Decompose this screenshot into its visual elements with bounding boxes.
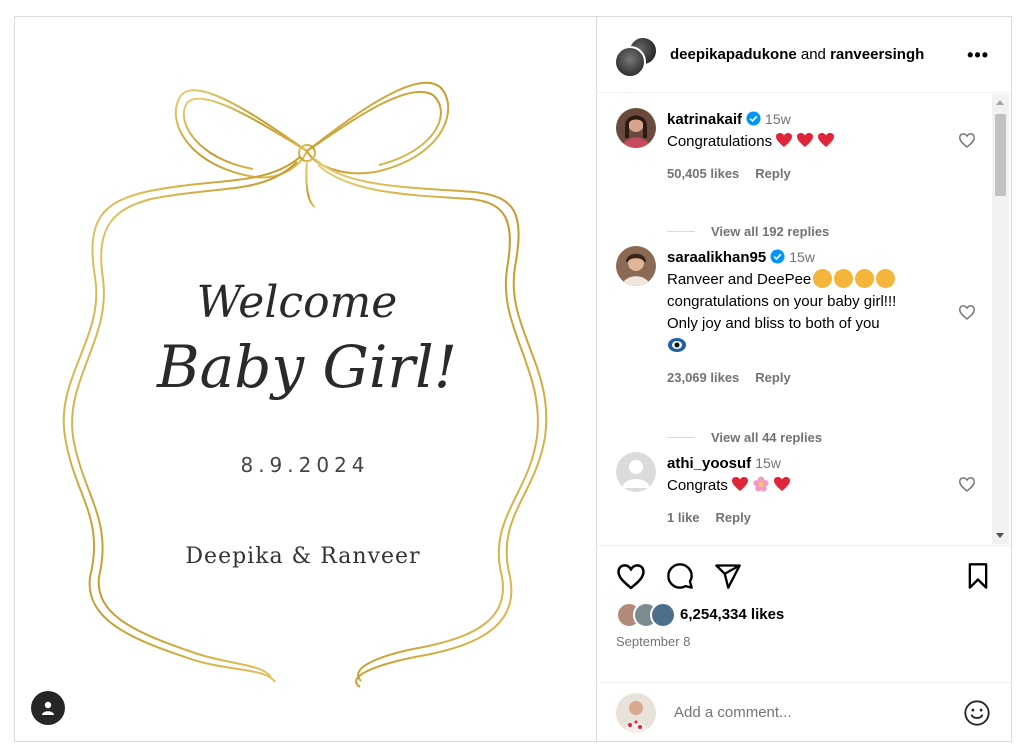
- reply-button[interactable]: Reply: [755, 166, 790, 181]
- comment-time[interactable]: 15w: [765, 111, 791, 127]
- post-side-panel: deepikapadukone and ranveersingh ••• kat…: [596, 17, 1011, 741]
- comment-username[interactable]: katrinakaif: [667, 111, 742, 128]
- authors-joiner: and: [800, 46, 826, 63]
- add-comment-bar: [596, 682, 1011, 742]
- comment-time[interactable]: 15w: [789, 249, 815, 265]
- script-welcome: Welcome: [197, 277, 398, 328]
- post-actions: 6,254,334 likes September 8: [596, 545, 1011, 742]
- red-heart-emoji-icon: [731, 477, 748, 491]
- smiling-hearts-emoji-icon: [834, 269, 854, 288]
- comment-item: saraalikhan95 15w Ranveer and DeePee cong…: [616, 246, 976, 406]
- avatar[interactable]: [616, 108, 656, 148]
- view-replies-button[interactable]: View all 44 replies: [667, 430, 822, 445]
- scroll-thumb[interactable]: [995, 114, 1006, 196]
- avatar[interactable]: [650, 602, 676, 628]
- avatar[interactable]: [614, 45, 646, 78]
- smiling-hearts-emoji-icon: [876, 269, 896, 288]
- comment-text: Congrats: [667, 475, 957, 497]
- reply-button[interactable]: Reply: [755, 370, 790, 385]
- smiling-hearts-emoji-icon: [855, 269, 875, 288]
- welcome-card-graphic: Welcome Baby Girl! 8.9.2024 Deepika & Ra…: [62, 81, 548, 688]
- comment-item: athi_yoosuf 15w Congrats 1 like Reply: [616, 452, 976, 532]
- author-link-1[interactable]: deepikapadukone: [670, 46, 797, 63]
- red-heart-emoji-icon: [776, 133, 793, 147]
- share-paper-plane-icon[interactable]: [714, 562, 742, 590]
- likes-count[interactable]: 6,254,334 likes: [680, 606, 784, 623]
- red-heart-emoji-icon: [797, 133, 814, 147]
- comment-icon[interactable]: [666, 562, 694, 590]
- pink-flower-emoji-icon: [753, 476, 769, 492]
- avatar[interactable]: [616, 246, 656, 286]
- emoji-smiley-icon[interactable]: [963, 699, 991, 727]
- like-comment-heart-icon[interactable]: [958, 476, 976, 492]
- script-baby-girl: Baby Girl!: [156, 333, 457, 401]
- post-dialog: Welcome Baby Girl! 8.9.2024 Deepika & Ra…: [14, 16, 1012, 742]
- evil-eye-emoji-icon: [668, 338, 686, 352]
- comment-time[interactable]: 15w: [755, 455, 781, 471]
- collab-avatars[interactable]: [614, 34, 658, 78]
- like-comment-heart-icon[interactable]: [958, 132, 976, 148]
- comments-scrollbar[interactable]: [992, 94, 1009, 544]
- comment-likes[interactable]: 50,405 likes: [667, 166, 739, 181]
- post-authors: deepikapadukone and ranveersingh: [670, 46, 924, 63]
- comment-text: Ranveer and DeePee congratulations on yo…: [667, 269, 957, 357]
- red-heart-emoji-icon: [818, 133, 835, 147]
- comment-likes[interactable]: 23,069 likes: [667, 370, 739, 385]
- verified-badge-icon: [770, 249, 785, 264]
- scroll-up-icon[interactable]: [996, 100, 1004, 105]
- tagged-users-button[interactable]: [31, 691, 65, 725]
- avatar[interactable]: [616, 692, 656, 733]
- comment-text: Congratulations: [667, 131, 957, 153]
- post-image[interactable]: Welcome Baby Girl! 8.9.2024 Deepika & Ra…: [15, 17, 597, 741]
- reply-button[interactable]: Reply: [716, 510, 751, 525]
- more-horizontal-icon[interactable]: •••: [967, 45, 989, 66]
- comment-likes[interactable]: 1 like: [667, 510, 700, 525]
- comment-username[interactable]: saraalikhan95: [667, 249, 766, 266]
- comment-username[interactable]: athi_yoosuf: [667, 455, 751, 472]
- user-icon: [42, 701, 54, 715]
- comment-item: katrinakaif 15w Congratulations 50,405 li…: [616, 108, 976, 228]
- view-replies-button[interactable]: View all 192 replies: [667, 224, 829, 239]
- smiling-hearts-emoji-icon: [813, 269, 833, 288]
- post-header: deepikapadukone and ranveersingh •••: [596, 17, 1011, 93]
- like-comment-heart-icon[interactable]: [958, 304, 976, 320]
- author-link-2[interactable]: ranveersingh: [830, 46, 924, 63]
- red-heart-emoji-icon: [773, 477, 790, 491]
- avatar[interactable]: [616, 452, 656, 492]
- save-bookmark-icon[interactable]: [965, 562, 991, 590]
- names-text: Deepika & Ranveer: [185, 544, 420, 569]
- date-text: 8.9.2024: [240, 453, 369, 477]
- like-heart-icon[interactable]: [616, 562, 646, 590]
- verified-badge-icon: [746, 111, 761, 126]
- scroll-down-icon[interactable]: [996, 533, 1004, 538]
- liked-by-avatars[interactable]: [616, 602, 676, 628]
- comments-list[interactable]: katrinakaif 15w Congratulations 50,405 li…: [596, 94, 1011, 544]
- post-date[interactable]: September 8: [616, 634, 690, 649]
- add-comment-input[interactable]: [672, 703, 955, 722]
